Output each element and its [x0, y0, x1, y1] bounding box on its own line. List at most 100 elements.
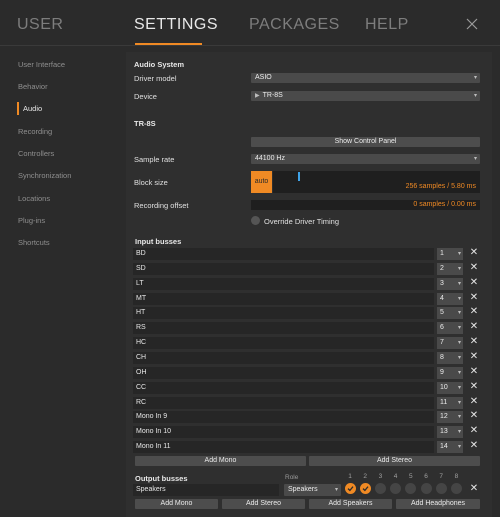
input-channel-dropdown[interactable]: 12 ▾ — [437, 411, 463, 424]
add-speakers-button[interactable]: Add Speakers — [309, 499, 392, 509]
driver-model-label: Driver model — [134, 74, 177, 83]
slider-handle[interactable] — [298, 172, 300, 181]
sidebar-item-audio[interactable]: Audio — [23, 104, 42, 113]
input-bus-name[interactable]: CH — [133, 351, 434, 364]
output-channel-toggle[interactable] — [359, 483, 371, 494]
input-channel-dropdown[interactable]: 5 ▾ — [437, 307, 463, 320]
output-channel-header: 4 — [393, 473, 398, 480]
override-driver-timing-radio[interactable] — [251, 216, 260, 225]
input-channel-dropdown[interactable]: 4 ▾ — [437, 292, 463, 305]
input-bus-name[interactable]: CC — [133, 381, 434, 394]
add-stereo-input-button[interactable]: Add Stereo — [309, 456, 480, 466]
output-channel-header: 6 — [424, 473, 428, 480]
add-mono-input-button[interactable]: Add Mono — [135, 456, 306, 466]
tab-user[interactable]: USER — [17, 16, 63, 34]
remove-input-bus-icon[interactable]: ✕ — [469, 306, 479, 319]
driver-model-dropdown[interactable]: ASIO ▾ — [251, 73, 480, 83]
input-bus-name[interactable]: Mono In 10 — [133, 426, 434, 439]
input-bus-name[interactable]: RC — [133, 396, 434, 409]
sidebar-item-behavior[interactable]: Behavior — [18, 82, 48, 91]
recording-offset-field[interactable]: 0 samples / 0.00 ms — [251, 200, 480, 210]
input-channel-dropdown[interactable]: 3 ▾ — [437, 277, 463, 290]
sample-rate-dropdown[interactable]: 44100 Hz ▾ — [251, 154, 480, 164]
input-channel-value: 2 — [440, 264, 444, 272]
remove-input-bus-icon[interactable]: ✕ — [469, 366, 479, 379]
block-size-slider[interactable]: 256 samples / 5.80 ms — [273, 171, 480, 193]
block-size-auto-button[interactable]: auto — [251, 171, 272, 193]
input-bus-name[interactable]: RS — [133, 322, 434, 335]
input-channel-value: 14 — [440, 443, 448, 451]
input-bus-name[interactable]: BD — [133, 248, 434, 260]
remove-input-bus-icon[interactable]: ✕ — [469, 440, 479, 453]
sidebar-item-synchronization[interactable]: Synchronization — [18, 171, 71, 180]
sidebar-item-recording[interactable]: Recording — [18, 127, 52, 136]
remove-input-bus-icon[interactable]: ✕ — [469, 336, 479, 349]
chevron-down-icon: ▾ — [457, 399, 461, 406]
input-channel-value: 11 — [440, 398, 448, 406]
add-mono-output-button[interactable]: Add Mono — [135, 499, 218, 509]
input-channel-dropdown[interactable]: 1 ▾ — [437, 248, 463, 260]
input-channel-dropdown[interactable]: 8 ▾ — [437, 351, 463, 364]
input-channel-dropdown[interactable]: 11 ▾ — [437, 396, 463, 409]
output-channel-toggle[interactable] — [344, 483, 356, 494]
sidebar-item-controllers[interactable]: Controllers — [18, 149, 54, 158]
chevron-down-icon: ▾ — [457, 354, 461, 361]
close-icon[interactable] — [466, 15, 478, 35]
input-bus-name[interactable]: Mono In 11 — [133, 441, 434, 454]
input-bus-name[interactable]: LT — [133, 277, 434, 290]
add-stereo-output-button[interactable]: Add Stereo — [222, 499, 305, 509]
input-channel-dropdown[interactable]: 2 ▾ — [437, 262, 463, 275]
remove-output-bus-icon[interactable]: ✕ — [469, 483, 479, 496]
tab-packages[interactable]: PACKAGES — [249, 16, 340, 34]
output-bus-name[interactable]: Speakers — [133, 484, 279, 496]
output-channel-header: 2 — [363, 473, 367, 480]
remove-input-bus-icon[interactable]: ✕ — [469, 292, 479, 305]
input-bus-row: BD 1 ▾ ✕ — [133, 247, 480, 261]
input-bus-name[interactable]: MT — [133, 292, 434, 305]
output-channel-header: 1 — [348, 473, 352, 480]
input-bus-name[interactable]: HT — [133, 307, 434, 320]
sample-rate-value: 44100 Hz — [255, 155, 285, 162]
tab-settings[interactable]: SETTINGS — [134, 16, 218, 34]
remove-input-bus-icon[interactable]: ✕ — [469, 381, 479, 394]
input-channel-dropdown[interactable]: 9 ▾ — [437, 366, 463, 379]
remove-input-bus-icon[interactable]: ✕ — [469, 351, 479, 364]
remove-input-bus-icon[interactable]: ✕ — [469, 425, 479, 438]
chevron-down-icon: ▾ — [457, 340, 461, 347]
output-channel-toggle[interactable] — [374, 483, 386, 494]
output-channel-toggle[interactable] — [450, 483, 462, 494]
input-busses-heading: Input busses — [135, 237, 182, 246]
input-channel-value: 1 — [440, 250, 444, 257]
chevron-down-icon: ▾ — [457, 310, 461, 317]
chevron-down-icon: ▾ — [457, 444, 461, 451]
input-channel-dropdown[interactable]: 7 ▾ — [437, 337, 463, 350]
remove-input-bus-icon[interactable]: ✕ — [469, 410, 479, 423]
input-bus-row: HT 5 ▾ ✕ — [133, 306, 480, 320]
add-headphones-button[interactable]: Add Headphones — [396, 499, 480, 509]
input-bus-name[interactable]: SD — [133, 262, 434, 275]
input-bus-name[interactable]: HC — [133, 337, 434, 350]
input-channel-dropdown[interactable]: 6 ▾ — [437, 322, 463, 335]
sidebar-item-shortcuts[interactable]: Shortcuts — [18, 238, 50, 247]
input-bus-name[interactable]: Mono In 9 — [133, 411, 434, 424]
output-channel-toggle[interactable] — [435, 483, 447, 494]
sidebar-item-locations[interactable]: Locations — [18, 194, 50, 203]
output-channel-toggle[interactable] — [420, 483, 432, 494]
input-channel-dropdown[interactable]: 14 ▾ — [437, 441, 463, 454]
device-dropdown[interactable]: ▶ TR-8S ▾ — [251, 91, 480, 101]
tab-help[interactable]: HELP — [365, 16, 409, 34]
remove-input-bus-icon[interactable]: ✕ — [469, 247, 479, 260]
input-channel-dropdown[interactable]: 10 ▾ — [437, 381, 463, 394]
input-channel-dropdown[interactable]: 13 ▾ — [437, 426, 463, 439]
sidebar-item-user-interface[interactable]: User Interface — [18, 60, 65, 69]
remove-input-bus-icon[interactable]: ✕ — [469, 396, 479, 409]
input-channel-value: 5 — [440, 309, 444, 317]
input-channel-value: 8 — [440, 353, 444, 361]
remove-input-bus-icon[interactable]: ✕ — [469, 262, 479, 275]
show-control-panel-button[interactable]: Show Control Panel — [251, 137, 480, 147]
sidebar-item-plug-ins[interactable]: Plug-ins — [18, 216, 45, 225]
remove-input-bus-icon[interactable]: ✕ — [469, 277, 479, 290]
remove-input-bus-icon[interactable]: ✕ — [469, 321, 479, 334]
output-role-dropdown[interactable]: Speakers ▾ — [284, 484, 341, 496]
input-bus-name[interactable]: OH — [133, 366, 434, 379]
